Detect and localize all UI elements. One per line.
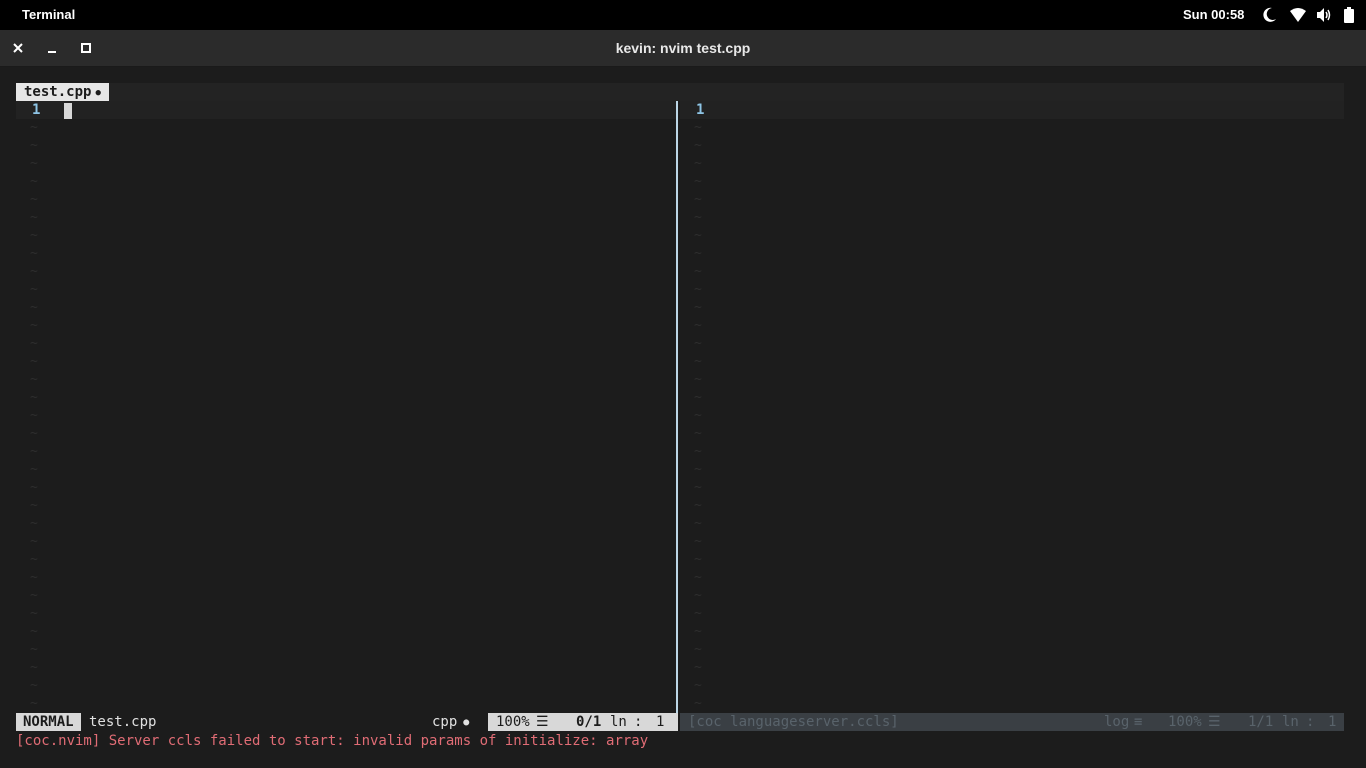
- window-title: kevin: nvim test.cpp: [615, 40, 751, 56]
- modified-dot-icon: ●: [95, 88, 101, 98]
- battery-icon[interactable]: [1344, 7, 1354, 23]
- system-top-bar: Terminal Sun 00:58: [0, 0, 1366, 30]
- ln-label: ln: [1282, 714, 1299, 730]
- empty-line-markers: ~ ~ ~ ~ ~ ~ ~ ~ ~ ~ ~ ~ ~ ~ ~ ~ ~ ~ ~ ~ …: [30, 120, 38, 711]
- right-editor-pane[interactable]: 1 ~ ~ ~ ~ ~ ~ ~ ~ ~ ~ ~ ~ ~ ~ ~ ~ ~ ~ ~ …: [680, 101, 1344, 713]
- position-section: 100% ☰ 0/1 ln : 1: [488, 713, 678, 731]
- vertical-split-divider[interactable]: [676, 101, 678, 713]
- terminal-area[interactable]: test.cpp ● 1 ~ ~ ~ ~ ~ ~ ~ ~ ~ ~ ~ ~ ~ ~ …: [0, 67, 1366, 768]
- statusline-right: [coc languageserver.ccls] log ≡ 100% ☰ 1…: [680, 713, 1344, 731]
- tab-test-cpp[interactable]: test.cpp ●: [16, 83, 109, 101]
- colon-separator: :: [634, 714, 643, 730]
- line-number: 1: [696, 102, 705, 118]
- statusline-filename: test.cpp: [89, 714, 157, 730]
- percent-value: 100%: [1168, 714, 1202, 730]
- statusline-filetype: log: [1104, 714, 1130, 730]
- current-line-highlight: [16, 101, 676, 119]
- lines-icon: ☰: [536, 714, 549, 730]
- app-name[interactable]: Terminal: [22, 7, 75, 22]
- statusline-left: NORMAL test.cpp cpp ● 100% ☰ 0/1 ln : 1: [16, 713, 678, 731]
- lines-icon: ☰: [1208, 714, 1221, 730]
- left-editor-pane[interactable]: 1 ~ ~ ~ ~ ~ ~ ~ ~ ~ ~ ~ ~ ~ ~ ~ ~ ~ ~ ~ …: [16, 101, 676, 713]
- ln-label: ln: [610, 714, 627, 730]
- column-number: 1: [656, 714, 665, 730]
- current-line-highlight: [680, 101, 1344, 119]
- column-number: 1: [1328, 714, 1337, 730]
- mode-indicator: NORMAL: [16, 713, 81, 731]
- tab-label: test.cpp: [24, 84, 92, 100]
- night-light-icon[interactable]: [1263, 7, 1277, 23]
- statusline-filetype: cpp ●: [432, 713, 469, 732]
- filetype-label: cpp: [432, 714, 458, 730]
- line-count: 1/1: [1248, 714, 1274, 730]
- window-titlebar: kevin: nvim test.cpp: [0, 30, 1366, 67]
- line-number: 1: [32, 102, 41, 118]
- volume-icon[interactable]: [1316, 7, 1332, 23]
- empty-line-markers: ~ ~ ~ ~ ~ ~ ~ ~ ~ ~ ~ ~ ~ ~ ~ ~ ~ ~ ~ ~ …: [694, 120, 702, 711]
- wifi-icon[interactable]: [1289, 7, 1307, 23]
- line-count: 0/1: [576, 714, 602, 730]
- error-message: [coc.nvim] Server ccls failed to start: …: [16, 733, 649, 749]
- statusline-buffer-name: [coc languageserver.ccls]: [688, 714, 899, 730]
- tabline: test.cpp ●: [16, 83, 1344, 101]
- colon-separator: :: [1306, 714, 1315, 730]
- clock[interactable]: Sun 00:58: [1183, 7, 1244, 22]
- text-cursor: [64, 103, 72, 119]
- percent-value: 100%: [496, 714, 530, 730]
- filetype-icon: ●: [463, 717, 470, 728]
- filetype-icon: ≡: [1134, 714, 1143, 730]
